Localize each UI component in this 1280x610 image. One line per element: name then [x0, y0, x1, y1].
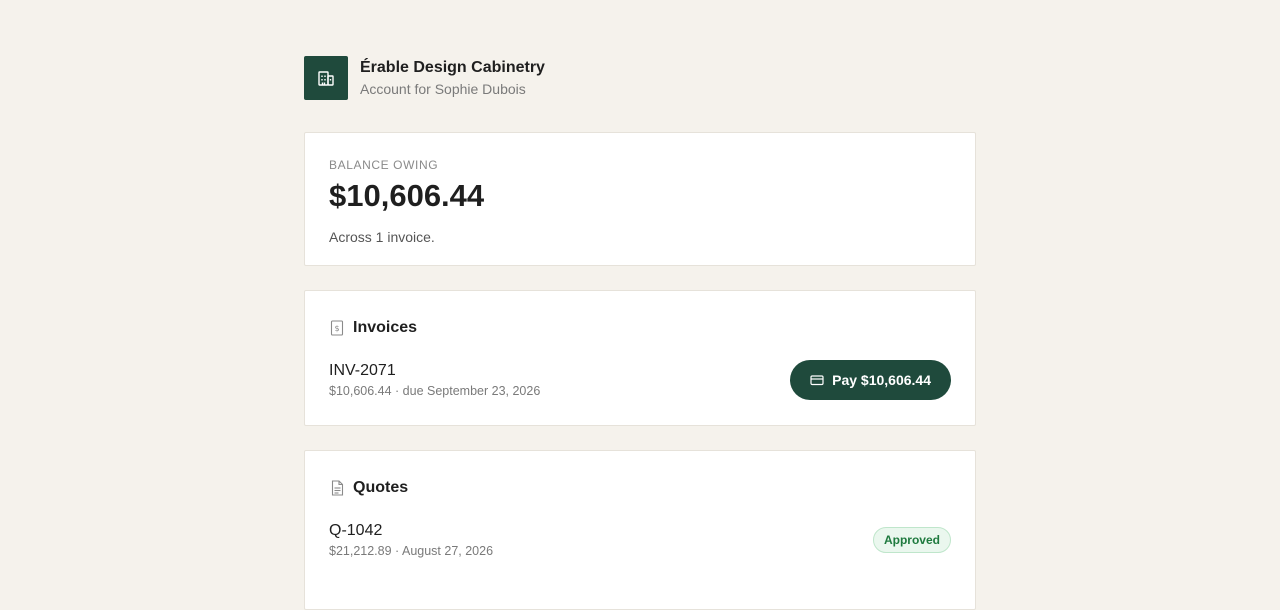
pay-invoice-button[interactable]: Pay $10,606.44 [790, 360, 951, 400]
status-badge: Approved [872, 527, 951, 553]
balance-card: BALANCE OWING $10,606.44 Across 1 invoic… [304, 132, 976, 266]
credit-card-icon [810, 375, 824, 386]
account-line: Account for Sophie Dubois [360, 81, 526, 97]
quote-id: Q-1042 [329, 522, 383, 539]
building-icon [318, 71, 334, 86]
invoice-row: INV-2071 $10,606.44 · due September 23, … [329, 360, 951, 403]
quotes-title: Quotes [353, 479, 409, 496]
quotes-header: Quotes [329, 477, 408, 499]
invoices-card: $ Invoices INV-2071 $10,606.44 · due Sep… [304, 290, 976, 426]
svg-text:$: $ [334, 324, 339, 333]
balance-subtext: Across 1 invoice. [329, 229, 435, 245]
balance-label: BALANCE OWING [329, 158, 439, 172]
quote-meta: $21,212.89 · August 27, 2026 [329, 544, 494, 558]
balance-amount: $10,606.44 [329, 178, 485, 213]
portal-header: Érable Design Cabinetry Account for Soph… [304, 56, 976, 100]
business-name: Érable Design Cabinetry [360, 59, 545, 76]
portal-container: Érable Design Cabinetry Account for Soph… [304, 56, 976, 610]
document-icon [329, 480, 345, 496]
business-logo [304, 56, 348, 100]
header-text: Érable Design Cabinetry Account for Soph… [360, 58, 545, 98]
pay-button-label: Pay $10,606.44 [832, 372, 931, 388]
receipt-dollar-icon: $ [329, 320, 345, 336]
quote-row[interactable]: Q-1042 $21,212.89 · August 27, 2026 Appr… [329, 521, 951, 563]
invoices-header: $ Invoices [329, 317, 417, 339]
quotes-card: Quotes Q-1042 $21,212.89 · August 27, 20… [304, 450, 976, 610]
invoices-title: Invoices [353, 319, 418, 336]
